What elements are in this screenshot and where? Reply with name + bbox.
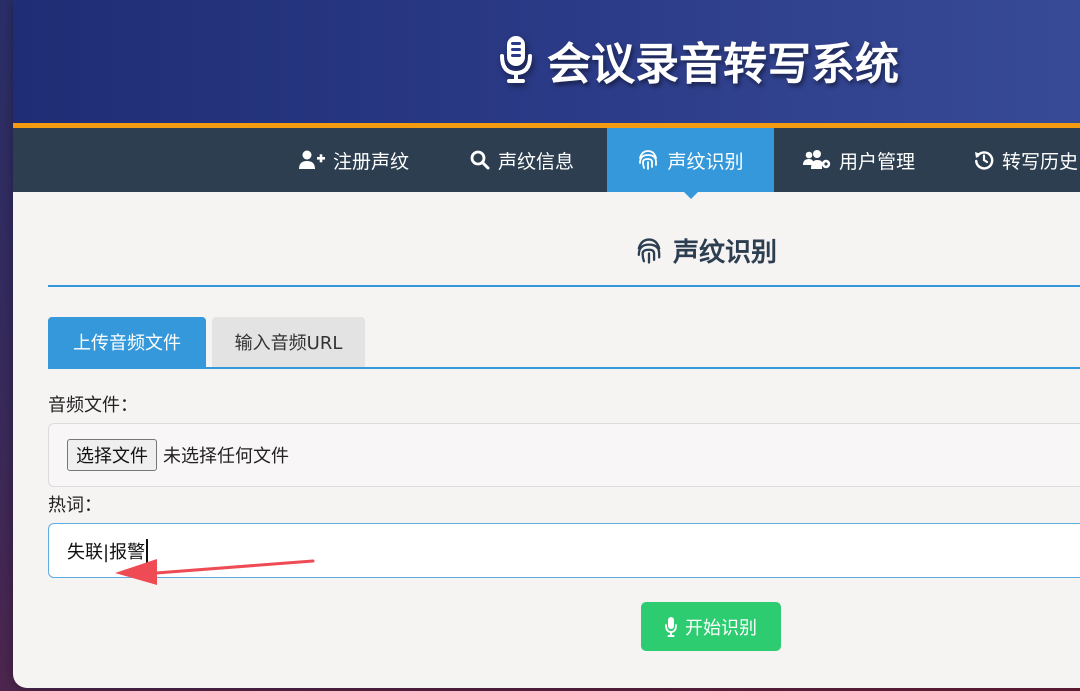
app-title: 会议录音转写系统 [499,28,899,92]
hotword-label: 热词： [48,495,102,516]
tab-audio-url[interactable]: 输入音频URL [212,317,365,367]
file-status-text: 未选择任何文件 [163,446,289,467]
nav-item-register-voiceprint[interactable]: 注册声纹 [287,128,421,192]
audio-file-field: 选择文件 未选择任何文件 [48,423,1080,487]
nav-item-label: 转写历史 [1002,150,1079,173]
app-header: 会议录音转写系统 [13,0,1080,123]
choose-file-button[interactable]: 选择文件 [67,439,157,471]
annotation-arrow-icon [115,559,315,585]
nav-item-voiceprint-info[interactable]: 声纹信息 [458,128,586,192]
fingerprint-icon [637,237,661,264]
start-recognition-label: 开始识别 [685,617,757,639]
nav-item-user-management[interactable]: 用户管理 [791,128,927,192]
section-title: 声纹识别 [635,232,777,269]
microphone-icon [500,36,532,83]
nav-item-label: 注册声纹 [333,150,410,173]
app-title-text: 会议录音转写系统 [547,39,899,90]
main-nav: 注册声纹 声纹信息 声纹识别 用户管理 转写历史 [13,128,1080,199]
input-mode-tabs: 上传音频文件 输入音频URL [48,317,365,367]
tab-upload-audio[interactable]: 上传音频文件 [48,317,206,367]
start-recognition-button[interactable]: 开始识别 [641,602,781,651]
app-window: 会议录音转写系统 注册声纹 声纹信息 声纹识别 用户管理 转写历史 声纹识别 上… [13,0,1080,688]
nav-item-voiceprint-recognition[interactable]: 声纹识别 [607,128,774,199]
microphone-icon [665,616,677,637]
nav-item-transcription-history[interactable]: 转写历史 [962,128,1080,192]
history-icon [975,151,994,170]
section-title-text: 声纹识别 [673,238,778,268]
search-icon [470,150,490,170]
nav-item-label: 声纹信息 [498,150,575,173]
nav-item-label: 声纹识别 [667,150,744,173]
fingerprint-icon [639,150,658,170]
tabs-divider [48,367,1080,369]
audio-file-label: 音频文件： [48,395,138,416]
user-plus-icon [299,150,325,169]
section-divider [48,285,1080,287]
users-cog-icon [803,150,831,169]
nav-item-label: 用户管理 [839,150,916,173]
